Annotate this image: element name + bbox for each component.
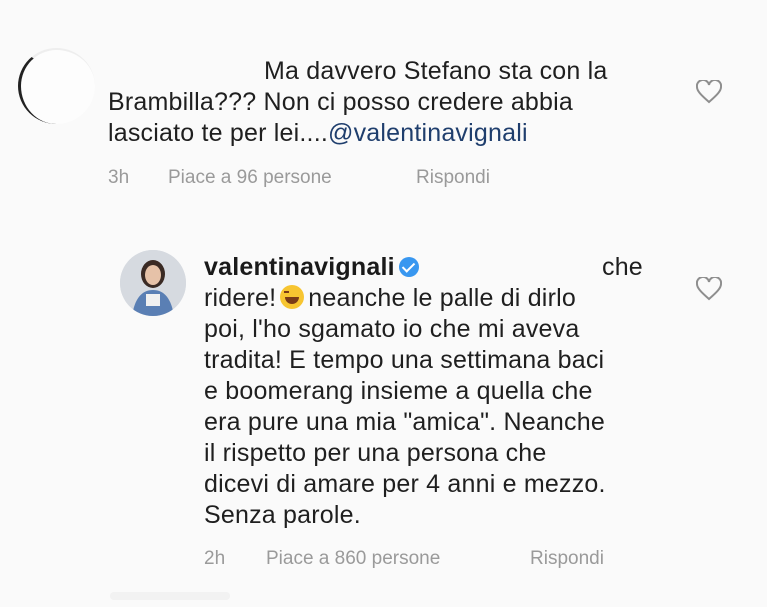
verified-badge-icon — [398, 257, 419, 277]
comment-2-line-4: tradita! E tempo una settimana baci — [204, 346, 605, 374]
commenter-avatar[interactable] — [18, 48, 95, 124]
like-heart-icon[interactable] — [696, 277, 722, 301]
next-comment-fragment — [110, 592, 230, 600]
comment-1-line-3-text: lasciato te per lei.... — [108, 119, 328, 147]
comment-2-line-9: Senza parole. — [204, 501, 361, 529]
comment-2-likes[interactable]: Piace a 860 persone — [266, 548, 530, 570]
comment-2-line-8: dicevi di amare per 4 anni e mezzo. — [204, 470, 606, 498]
comment-1-line-1: Ma davvero Stefano sta con la — [264, 57, 608, 85]
comment-2-line-6: era pure una mia "amica". Neanche — [204, 408, 605, 436]
avatar-photo-icon — [120, 250, 186, 316]
comment-2-line-2: ridere! neanche le palle di dirlo — [204, 283, 664, 314]
comment-2-username[interactable]: valentinavignali — [204, 253, 395, 281]
comment-2-meta: 2h Piace a 860 persone Rispondi — [204, 548, 604, 570]
comment-2-line-5: e boomerang insieme a quella che — [204, 377, 593, 405]
comment-2-text: valentinavignali che ridere! neanche le p… — [204, 252, 664, 531]
laughing-emoji-icon — [280, 285, 305, 309]
comment-2-line-7: il rispetto per una persona che — [204, 439, 547, 467]
comment-2-line-3: poi, l'ho sgamato io che mi aveva — [204, 315, 580, 343]
like-heart-icon[interactable] — [696, 80, 722, 104]
mention-link[interactable]: @valentinavignali — [328, 119, 528, 147]
valentinavignali-avatar[interactable] — [120, 250, 186, 316]
comment-1-meta: 3h Piace a 96 persone Rispondi — [108, 167, 490, 189]
comment-2-line-2-start: ridere! — [204, 284, 277, 312]
comment-1-line-2: Brambilla??? Non ci posso credere abbia — [108, 88, 574, 116]
comment-2-time: 2h — [204, 548, 226, 569]
comment-2-line-1: valentinavignali che — [204, 252, 664, 283]
comment-1-text: Ma davvero Stefano sta con la Brambilla?… — [108, 56, 668, 149]
comment-1-time: 3h — [108, 167, 130, 188]
comment-1-reply-button[interactable]: Rispondi — [416, 167, 490, 189]
comment-2-line-1-tail: che — [602, 253, 643, 281]
comment-1-likes[interactable]: Piace a 96 persone — [168, 167, 416, 189]
comment-2-line-2-end: neanche le palle di dirlo — [308, 284, 576, 312]
comment-2-reply-button[interactable]: Rispondi — [530, 548, 604, 570]
comment-1-line-3: lasciato te per lei....@valentinavignali — [108, 118, 668, 149]
